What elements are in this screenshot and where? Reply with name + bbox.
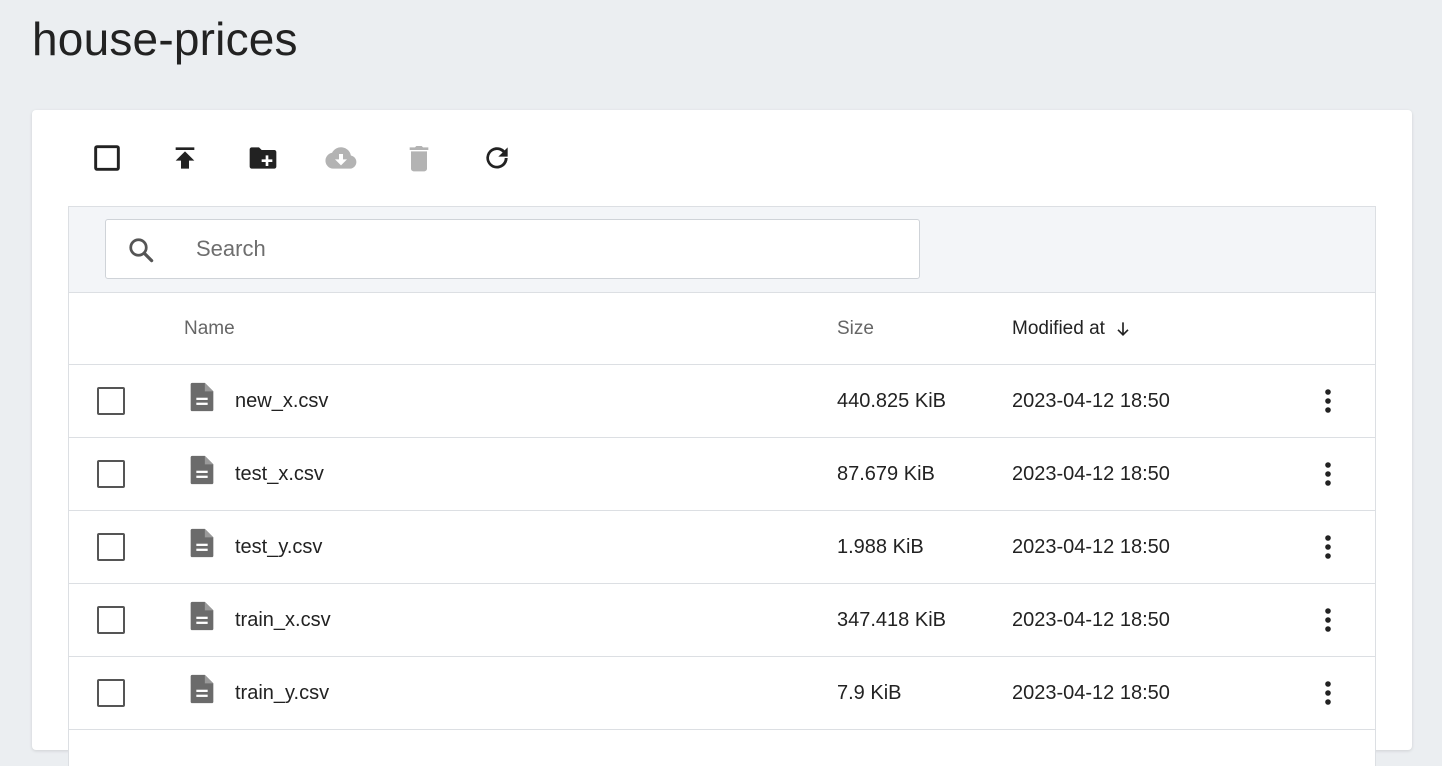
toolbar (88, 138, 556, 178)
file-size: 7.9 KiB (837, 682, 902, 704)
column-header-name[interactable]: Name (184, 318, 235, 340)
cloud-download-icon (325, 147, 357, 169)
more-vert-icon (1325, 608, 1331, 632)
file-modified: 2023-04-12 18:50 (1012, 682, 1170, 704)
file-document-icon (190, 601, 214, 631)
row-more-button[interactable] (1313, 383, 1343, 419)
file-document-icon (190, 455, 214, 485)
sort-descending-arrow-icon (1117, 322, 1129, 337)
file-document-icon (190, 382, 214, 412)
file-size: 440.825 KiB (837, 390, 946, 412)
table-row[interactable]: new_x.csv 440.825 KiB 2023-04-12 18:50 (69, 365, 1375, 438)
search-bar (69, 207, 1375, 293)
table-row[interactable]: test_y.csv 1.988 KiB 2023-04-12 18:50 (69, 511, 1375, 584)
more-vert-icon (1325, 535, 1331, 559)
file-name[interactable]: test_x.csv (235, 463, 324, 486)
table-row[interactable]: train_y.csv 7.9 KiB 2023-04-12 18:50 (69, 657, 1375, 730)
table-row[interactable]: test_x.csv 87.679 KiB 2023-04-12 18:50 (69, 438, 1375, 511)
upload-button[interactable] (166, 139, 204, 177)
more-vert-icon (1325, 681, 1331, 705)
file-modified: 2023-04-12 18:50 (1012, 609, 1170, 631)
file-modified: 2023-04-12 18:50 (1012, 463, 1170, 485)
download-button[interactable] (322, 139, 360, 177)
page-title: house-prices (32, 13, 298, 65)
file-name[interactable]: new_x.csv (235, 390, 328, 413)
more-vert-icon (1325, 389, 1331, 413)
trash-icon (409, 146, 429, 172)
file-modified: 2023-04-12 18:50 (1012, 536, 1170, 558)
file-name[interactable]: test_y.csv (235, 536, 322, 559)
new-folder-button[interactable] (244, 139, 282, 177)
search-input[interactable] (196, 220, 896, 278)
delete-button[interactable] (400, 139, 438, 177)
search-icon (129, 238, 154, 263)
column-header-modified[interactable]: Modified at (1012, 318, 1133, 340)
table-row[interactable]: train_x.csv 347.418 KiB 2023-04-12 18:50 (69, 584, 1375, 657)
file-size: 1.988 KiB (837, 536, 924, 558)
folder-plus-icon (249, 147, 277, 169)
file-size: 347.418 KiB (837, 609, 946, 631)
row-more-button[interactable] (1313, 675, 1343, 711)
file-name[interactable]: train_x.csv (235, 609, 331, 632)
file-modified: 2023-04-12 18:50 (1012, 390, 1170, 412)
row-checkbox[interactable] (97, 606, 125, 634)
refresh-button[interactable] (478, 139, 516, 177)
row-more-button[interactable] (1313, 456, 1343, 492)
row-checkbox[interactable] (97, 460, 125, 488)
file-document-icon (190, 674, 214, 704)
file-size: 87.679 KiB (837, 463, 935, 485)
file-browser-card: Name Size Modified at new_x.csv 440.825 … (32, 110, 1412, 766)
file-document-icon (190, 528, 214, 558)
row-checkbox[interactable] (97, 387, 125, 415)
upload-icon (175, 147, 195, 169)
row-more-button[interactable] (1313, 602, 1343, 638)
more-vert-icon (1325, 462, 1331, 486)
column-header-modified-label: Modified at (1012, 318, 1105, 339)
row-checkbox[interactable] (97, 533, 125, 561)
select-all-checkbox[interactable] (88, 139, 126, 177)
column-header-size[interactable]: Size (837, 318, 874, 340)
file-name[interactable]: train_y.csv (235, 682, 329, 705)
checkbox-outline-icon (94, 145, 120, 171)
table-header: Name Size Modified at (69, 293, 1375, 365)
row-more-button[interactable] (1313, 529, 1343, 565)
refresh-icon (486, 147, 508, 169)
file-list-panel: Name Size Modified at new_x.csv 440.825 … (68, 206, 1376, 766)
search-box[interactable] (105, 219, 920, 279)
row-checkbox[interactable] (97, 679, 125, 707)
